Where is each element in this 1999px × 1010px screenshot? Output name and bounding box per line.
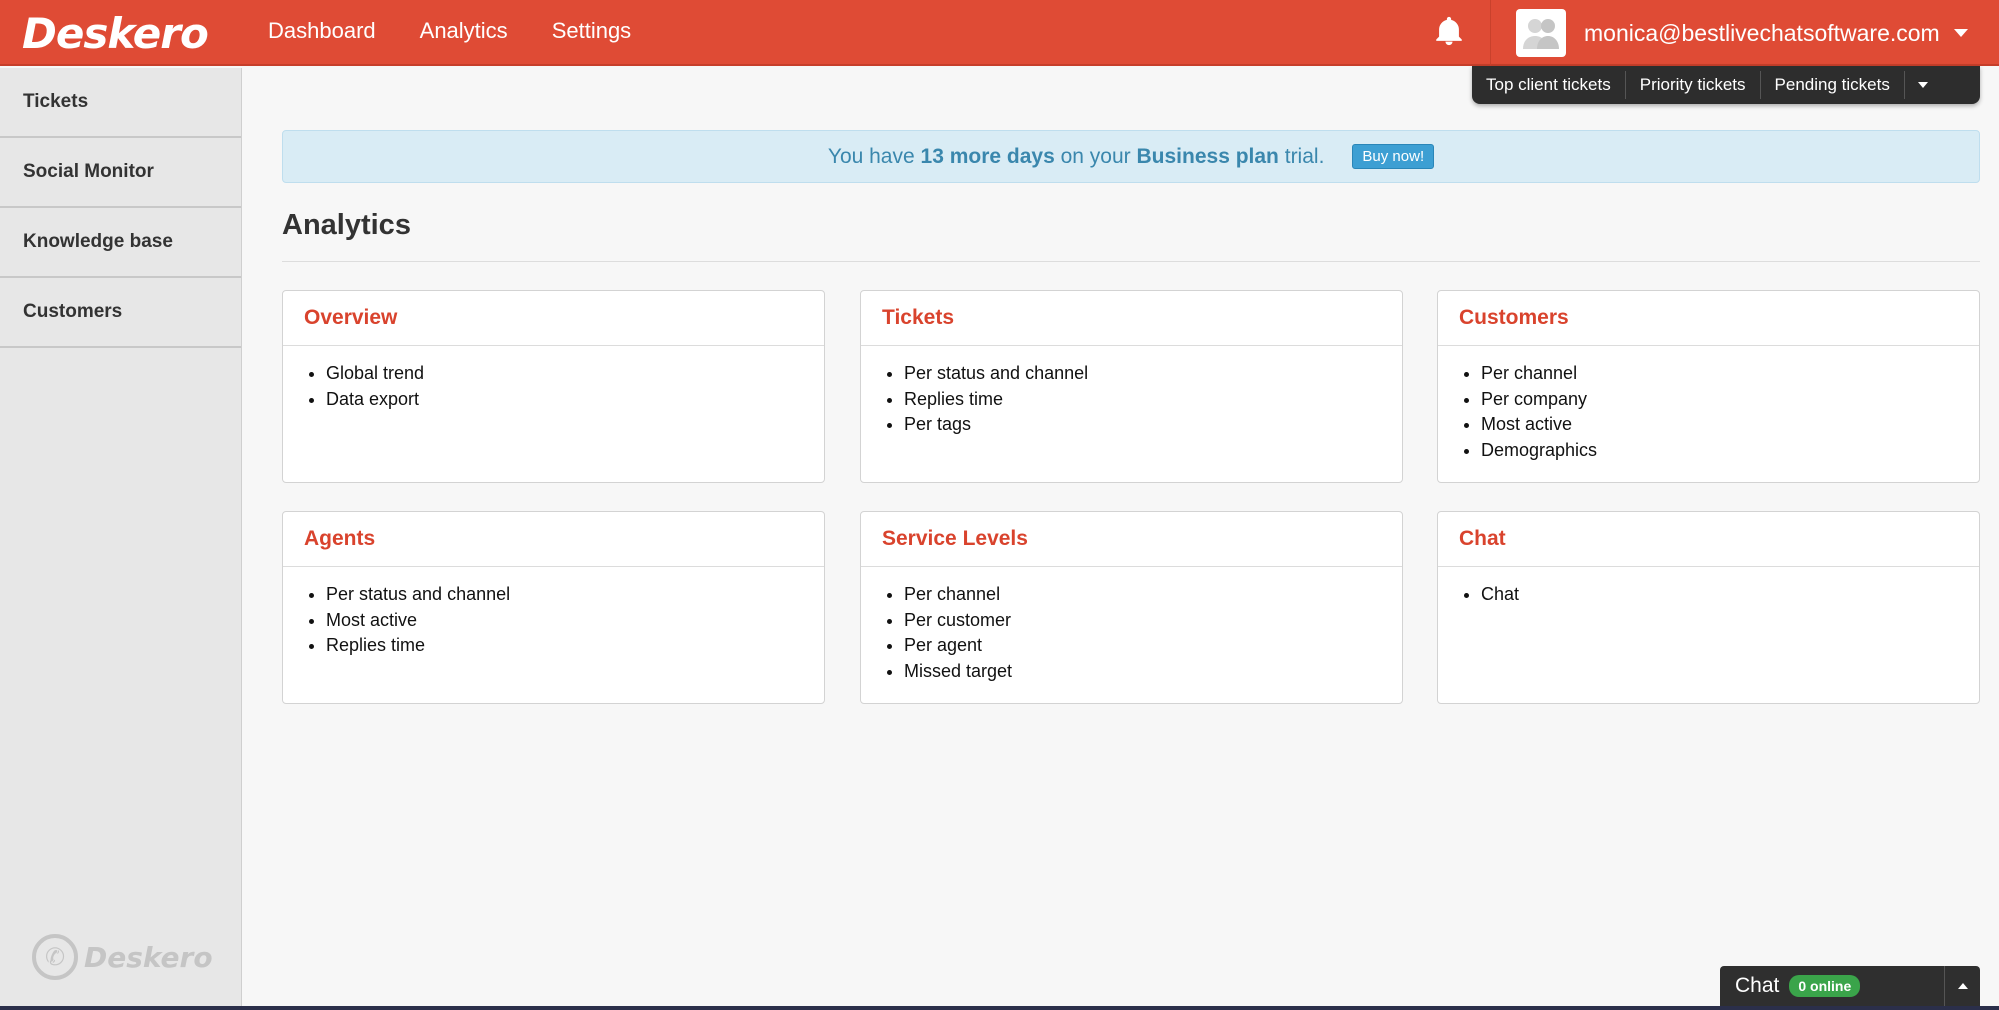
trial-plan: Business plan xyxy=(1136,144,1279,168)
list-item[interactable]: Per status and channel xyxy=(326,582,824,608)
priority-tickets-link[interactable]: Priority tickets xyxy=(1626,71,1761,99)
card-title[interactable]: Agents xyxy=(283,512,824,567)
sidebar-item-customers[interactable]: Customers xyxy=(0,278,241,348)
card-chat: Chat Chat xyxy=(1437,511,1980,704)
card-title[interactable]: Overview xyxy=(283,291,824,346)
trial-banner: You have 13 more days on your Business p… xyxy=(282,130,1980,183)
card-list: Per status and channel Most active Repli… xyxy=(283,567,824,659)
chat-toggle-button[interactable] xyxy=(1944,966,1980,1006)
card-tickets: Tickets Per status and channel Replies t… xyxy=(860,290,1403,483)
card-title[interactable]: Chat xyxy=(1438,512,1979,567)
app-logo[interactable]: Deskero xyxy=(22,9,209,58)
list-item[interactable]: Data export xyxy=(326,387,824,413)
list-item[interactable]: Replies time xyxy=(904,387,1402,413)
list-item[interactable]: Per customer xyxy=(904,608,1402,634)
trial-suffix: trial. xyxy=(1284,144,1325,168)
list-item[interactable]: Most active xyxy=(326,608,824,634)
caret-down-icon xyxy=(1953,29,1968,37)
card-list: Per status and channel Replies time Per … xyxy=(861,346,1402,438)
card-list: Per channel Per company Most active Demo… xyxy=(1438,346,1979,463)
nav-settings[interactable]: Settings xyxy=(552,18,632,44)
card-overview: Overview Global trend Data export xyxy=(282,290,825,483)
caret-up-icon xyxy=(1957,983,1968,989)
list-item[interactable]: Most active xyxy=(1481,412,1979,438)
title-divider xyxy=(282,261,1980,262)
list-item[interactable]: Demographics xyxy=(1481,438,1979,464)
user-email: monica@bestlivechatsoftware.com xyxy=(1584,19,1940,46)
chat-label: Chat xyxy=(1735,974,1780,997)
card-service-levels: Service Levels Per channel Per customer … xyxy=(860,511,1403,704)
bell-icon[interactable] xyxy=(1432,14,1466,48)
user-avatar-icon xyxy=(1516,9,1566,57)
quick-tickets-bar: Top client tickets Priority tickets Pend… xyxy=(1472,66,1980,104)
list-item[interactable]: Replies time xyxy=(326,633,824,659)
caret-down-icon xyxy=(1917,82,1928,88)
quick-tickets-dropdown[interactable] xyxy=(1905,71,1941,99)
trial-days: 13 more days xyxy=(920,144,1055,168)
card-title[interactable]: Customers xyxy=(1438,291,1979,346)
list-item[interactable]: Global trend xyxy=(326,361,824,387)
card-list: Per channel Per customer Per agent Misse… xyxy=(861,567,1402,684)
page-title: Analytics xyxy=(282,209,411,241)
card-agents: Agents Per status and channel Most activ… xyxy=(282,511,825,704)
sidebar-item-tickets[interactable]: Tickets xyxy=(0,68,241,138)
main-nav: Dashboard Analytics Settings xyxy=(246,0,653,62)
deskero-badge-icon: ✆ xyxy=(32,934,78,980)
top-navbar: Deskero Dashboard Analytics Settings mon… xyxy=(0,0,1999,66)
list-item[interactable]: Per tags xyxy=(904,412,1402,438)
card-customers: Customers Per channel Per company Most a… xyxy=(1437,290,1980,483)
card-title[interactable]: Tickets xyxy=(861,291,1402,346)
user-menu[interactable]: monica@bestlivechatsoftware.com xyxy=(1490,0,1999,66)
nav-analytics[interactable]: Analytics xyxy=(420,18,508,44)
nav-dashboard[interactable]: Dashboard xyxy=(268,18,376,44)
list-item[interactable]: Per company xyxy=(1481,387,1979,413)
sidebar-item-social-monitor[interactable]: Social Monitor xyxy=(0,138,241,208)
pending-tickets-link[interactable]: Pending tickets xyxy=(1761,71,1905,99)
sidebar-footer-logo-text: Deskero xyxy=(84,940,213,974)
sidebar-item-knowledge-base[interactable]: Knowledge base xyxy=(0,208,241,278)
list-item[interactable]: Per channel xyxy=(904,582,1402,608)
sidebar: Tickets Social Monitor Knowledge base Cu… xyxy=(0,68,242,1010)
chat-widget[interactable]: Chat 0 online xyxy=(1720,966,1980,1006)
bottom-border xyxy=(0,1006,1999,1010)
buy-now-button[interactable]: Buy now! xyxy=(1352,144,1435,169)
list-item[interactable]: Per status and channel xyxy=(904,361,1402,387)
card-title[interactable]: Service Levels xyxy=(861,512,1402,567)
card-list: Chat xyxy=(1438,567,1979,608)
list-item[interactable]: Chat xyxy=(1481,582,1979,608)
trial-middle: on your xyxy=(1060,144,1131,168)
list-item[interactable]: Per channel xyxy=(1481,361,1979,387)
trial-prefix: You have xyxy=(827,144,915,168)
online-status-badge: 0 online xyxy=(1789,975,1861,997)
list-item[interactable]: Missed target xyxy=(904,659,1402,685)
list-item[interactable]: Per agent xyxy=(904,633,1402,659)
card-list: Global trend Data export xyxy=(283,346,824,412)
top-client-tickets-link[interactable]: Top client tickets xyxy=(1472,71,1626,99)
sidebar-footer-logo: ✆ Deskero xyxy=(32,934,213,980)
